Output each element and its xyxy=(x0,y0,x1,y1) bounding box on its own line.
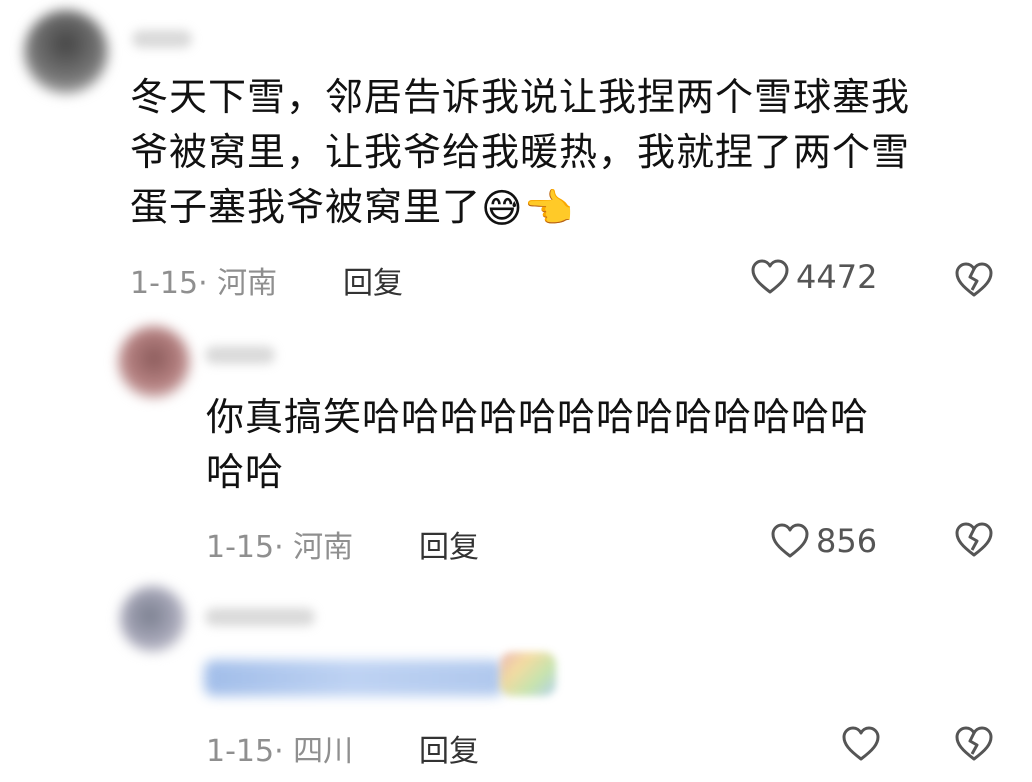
like-button[interactable] xyxy=(841,726,887,762)
comment-text: 你真搞笑哈哈哈哈哈哈哈哈哈哈哈哈哈 哈哈 xyxy=(206,390,869,500)
broken-heart-icon[interactable] xyxy=(954,726,994,762)
username-blurred[interactable] xyxy=(205,346,275,364)
heart-outline-icon xyxy=(842,726,880,761)
pointing-left-emoji-icon: 👈 xyxy=(523,186,575,232)
comment-text-blurred xyxy=(204,660,504,696)
comment-line: 冬天下雪，邻居告诉我说让我捏两个雪球塞我 xyxy=(130,75,911,119)
date-location: 1-15· 河南 xyxy=(130,266,278,301)
username-blurred[interactable] xyxy=(132,30,192,48)
broken-heart-icon[interactable] xyxy=(954,262,994,298)
comment-text: 冬天下雪，邻居告诉我说让我捏两个雪球塞我 爷被窝里，让我爷给我暖热，我就捏了两个… xyxy=(130,70,910,237)
avatar[interactable] xyxy=(24,10,108,94)
heart-outline-icon xyxy=(751,259,789,294)
like-count: 856 xyxy=(816,522,878,560)
comment-line: 哈哈 xyxy=(206,450,285,494)
date-location: 1-15· 河南 xyxy=(206,530,354,565)
sweat-smile-emoji-icon: 😅 xyxy=(481,186,524,232)
avatar[interactable] xyxy=(120,586,186,652)
broken-heart-icon[interactable] xyxy=(954,522,994,558)
like-button[interactable]: 4472 xyxy=(750,258,877,296)
reply-button[interactable]: 回复 xyxy=(419,726,479,770)
avatar[interactable] xyxy=(118,326,190,398)
rainbow-emoji-icon xyxy=(500,652,556,696)
username-blurred[interactable] xyxy=(205,608,315,626)
comment-line: 爷被窝里，让我爷给我暖热，我就捏了两个雪 xyxy=(130,130,911,174)
like-button[interactable]: 856 xyxy=(770,522,877,560)
comment-line: 蛋子塞我爷被窝里了😅👈 xyxy=(130,180,910,237)
date-location: 1-15· 四川 xyxy=(206,734,354,769)
heart-outline-icon xyxy=(771,523,809,558)
reply-button[interactable]: 回复 xyxy=(419,522,479,566)
reply-button[interactable]: 回复 xyxy=(343,258,403,302)
like-count: 4472 xyxy=(796,258,878,296)
comment-line: 你真搞笑哈哈哈哈哈哈哈哈哈哈哈哈哈 xyxy=(206,395,870,439)
